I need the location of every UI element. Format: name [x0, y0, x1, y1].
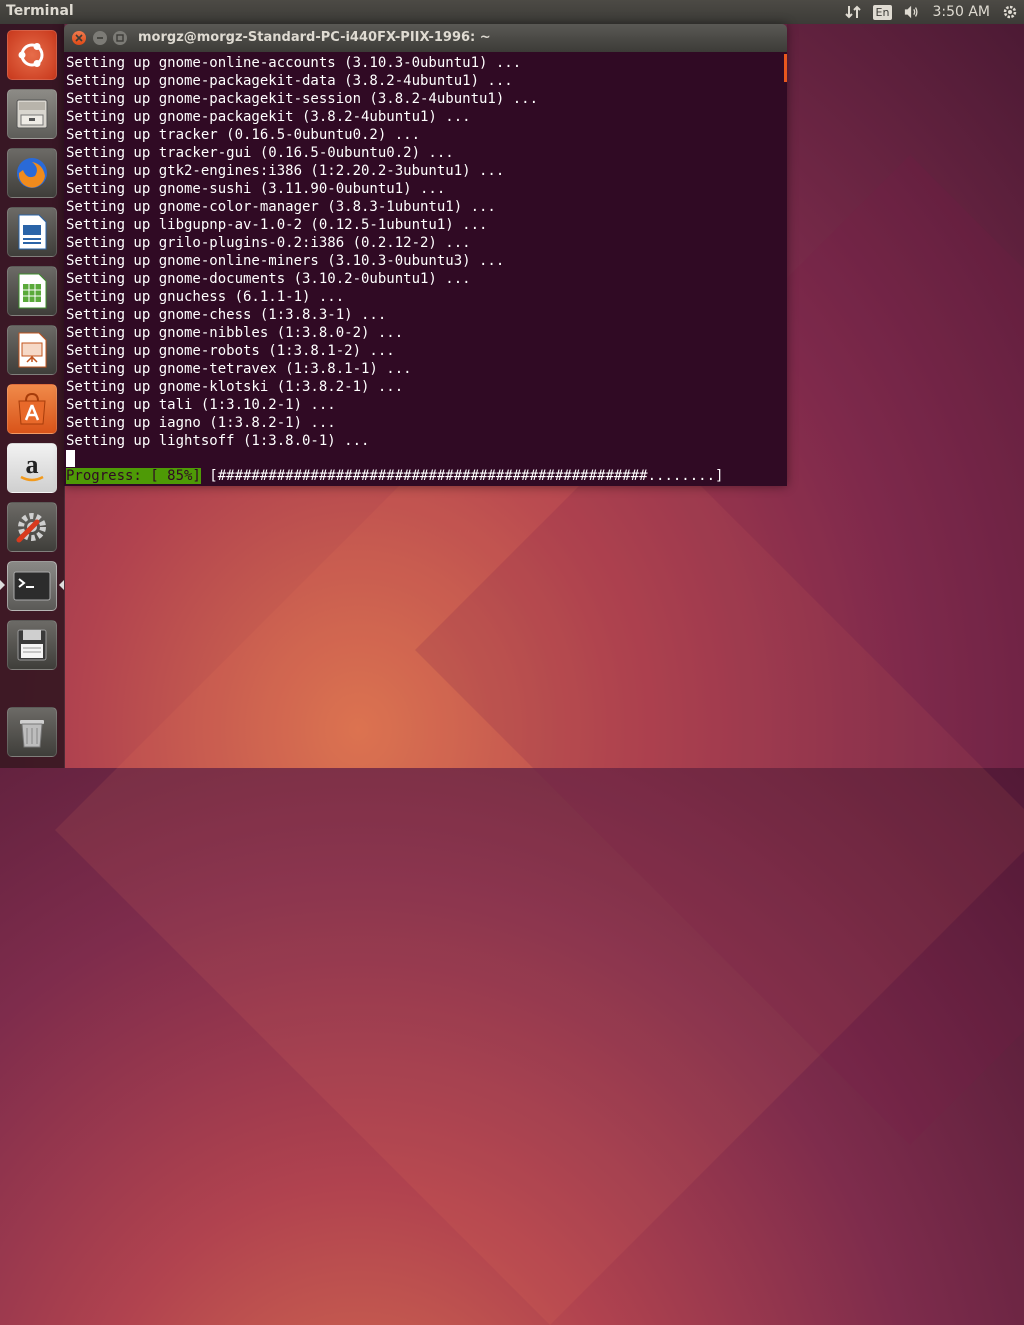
- terminal-line: Setting up gnome-tetravex (1:3.8.1-1) ..…: [66, 361, 412, 377]
- minimize-button[interactable]: [93, 31, 107, 45]
- terminal-lines: Setting up gnome-online-accounts (3.10.3…: [66, 54, 538, 450]
- software-center-icon: [18, 392, 46, 425]
- progress-label: Progress: [ 85%]: [66, 468, 201, 484]
- terminal-line: Setting up iagno (1:3.8.2-1) ...: [66, 415, 336, 431]
- launcher-item-writer[interactable]: [7, 207, 57, 257]
- launcher-item-amazon[interactable]: a: [7, 443, 57, 493]
- terminal-line: Setting up gnome-klotski (1:3.8.2-1) ...: [66, 379, 404, 395]
- launcher-item-firefox[interactable]: [7, 148, 57, 198]
- progress-row: Progress: [ 85%] [######################…: [66, 467, 723, 485]
- calc-icon: [18, 273, 47, 309]
- terminal-line: Setting up gnome-online-miners (3.10.3-0…: [66, 253, 505, 269]
- terminal-line: Setting up gnome-chess (1:3.8.3-1) ...: [66, 307, 387, 323]
- terminal-line: Setting up gnome-packagekit (3.8.2-4ubun…: [66, 109, 471, 125]
- maximize-button[interactable]: [113, 31, 127, 45]
- launcher-item-files[interactable]: [7, 89, 57, 139]
- terminal-output[interactable]: Setting up gnome-online-accounts (3.10.3…: [64, 52, 787, 486]
- terminal-line: Setting up gnuchess (6.1.1-1) ...: [66, 289, 345, 305]
- maximize-icon: [116, 34, 124, 42]
- terminal-line: Setting up gtk2-engines:i386 (1:2.20.2-3…: [66, 163, 505, 179]
- launcher-item-impress[interactable]: [7, 325, 57, 375]
- impress-icon: [18, 332, 47, 368]
- writer-icon: [18, 214, 47, 250]
- close-icon: [75, 34, 83, 42]
- terminal-line: Setting up tracker-gui (0.16.5-0ubuntu0.…: [66, 145, 454, 161]
- progress-bar: [#######################################…: [200, 468, 724, 484]
- launcher-item-calc[interactable]: [7, 266, 57, 316]
- active-indicator-right: [59, 580, 64, 590]
- firefox-icon: [17, 158, 47, 188]
- terminal-line: Setting up gnome-nibbles (1:3.8.0-2) ...: [66, 325, 404, 341]
- terminal-line: Setting up libgupnp-av-1.0-2 (0.12.5-1ub…: [66, 217, 488, 233]
- active-indicator-left: [0, 580, 5, 590]
- trash-icon: [20, 720, 44, 748]
- launcher-item-software-center[interactable]: [7, 384, 57, 434]
- window-title: morgz@morgz-Standard-PC-i440FX-PIIX-1996…: [138, 30, 491, 45]
- gear-icon[interactable]: [1002, 4, 1018, 20]
- terminal-line: Setting up gnome-sushi (3.11.90-0ubuntu1…: [66, 181, 446, 197]
- clock[interactable]: 3:50 AM: [932, 4, 990, 20]
- launcher-item-trash[interactable]: [7, 707, 57, 757]
- terminal-line: Setting up gnome-documents (3.10.2-0ubun…: [66, 271, 471, 287]
- active-app-title: Terminal: [6, 3, 74, 19]
- network-updown-icon[interactable]: [844, 4, 861, 20]
- terminal-line: Setting up gnome-color-manager (3.8.3-1u…: [66, 199, 496, 215]
- launcher-item-dash[interactable]: [7, 30, 57, 80]
- scrollbar-indicator[interactable]: [784, 54, 787, 82]
- launcher-item-disk[interactable]: [7, 620, 57, 670]
- terminal-line: Setting up grilo-plugins-0.2:i386 (0.2.1…: [66, 235, 471, 251]
- launcher-item-terminal[interactable]: [7, 561, 57, 611]
- terminal-line: Setting up tracker (0.16.5-0ubuntu0.2) .…: [66, 127, 421, 143]
- top-panel: Terminal En 3:50 AM: [0, 0, 1024, 24]
- terminal-line: Setting up tali (1:3.10.2-1) ...: [66, 397, 336, 413]
- terminal-line: Setting up gnome-online-accounts (3.10.3…: [66, 55, 522, 71]
- close-button[interactable]: [72, 31, 86, 45]
- terminal-icon: [13, 571, 51, 601]
- launcher: a: [0, 24, 65, 768]
- minimize-icon: [97, 37, 103, 39]
- terminal-line: Setting up gnome-packagekit-data (3.8.2-…: [66, 73, 513, 89]
- settings-icon: [16, 513, 46, 543]
- volume-icon[interactable]: [904, 4, 920, 20]
- keyboard-layout-indicator[interactable]: En: [872, 4, 893, 20]
- terminal-window[interactable]: morgz@morgz-Standard-PC-i440FX-PIIX-1996…: [64, 24, 787, 486]
- svg-text:a: a: [26, 451, 39, 479]
- floppy-disk-icon: [17, 629, 47, 661]
- ubuntu-logo-icon: [18, 43, 44, 67]
- file-cabinet-icon: [16, 99, 48, 129]
- launcher-item-settings[interactable]: [7, 502, 57, 552]
- text-cursor: [66, 450, 75, 467]
- system-tray: En 3:50 AM: [844, 0, 1018, 24]
- terminal-line: Setting up lightsoff (1:3.8.0-1) ...: [66, 433, 370, 449]
- amazon-icon: a: [20, 451, 44, 482]
- window-titlebar[interactable]: morgz@morgz-Standard-PC-i440FX-PIIX-1996…: [64, 24, 787, 52]
- terminal-line: Setting up gnome-robots (1:3.8.1-2) ...: [66, 343, 395, 359]
- terminal-line: Setting up gnome-packagekit-session (3.8…: [66, 91, 539, 107]
